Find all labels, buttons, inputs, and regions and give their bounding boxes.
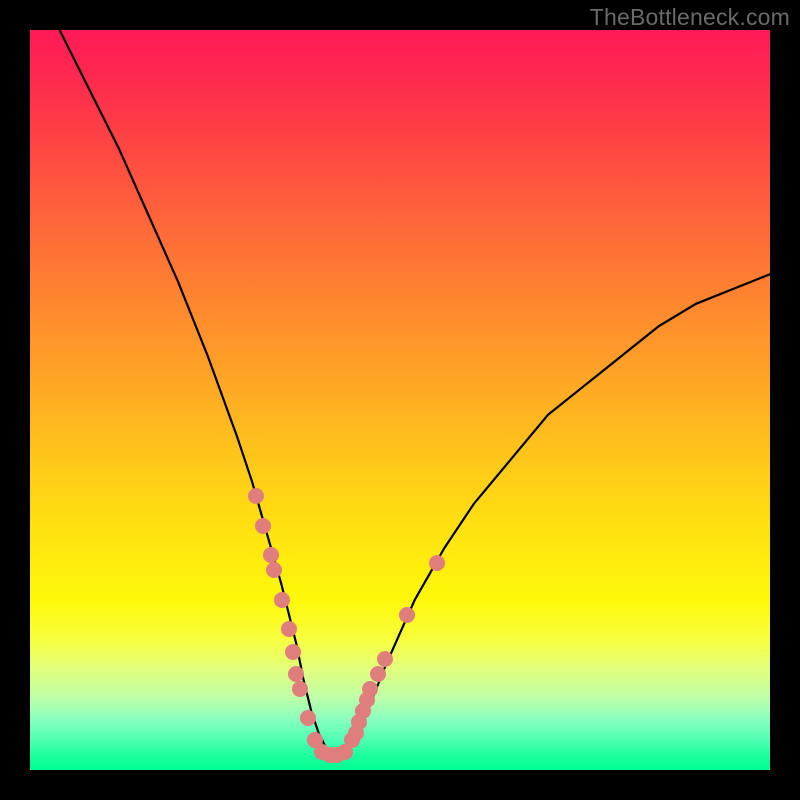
watermark-text: TheBottleneck.com	[590, 4, 790, 31]
data-marker	[300, 710, 316, 726]
data-marker	[263, 547, 279, 563]
data-marker	[292, 681, 308, 697]
data-marker	[248, 488, 264, 504]
bottleneck-curve	[30, 30, 770, 770]
data-marker	[429, 555, 445, 571]
data-marker	[285, 644, 301, 660]
data-marker	[274, 592, 290, 608]
chart-frame: TheBottleneck.com	[0, 0, 800, 800]
data-marker	[370, 666, 386, 682]
data-marker	[399, 607, 415, 623]
data-marker	[362, 681, 378, 697]
data-marker	[255, 518, 271, 534]
plot-area	[30, 30, 770, 770]
